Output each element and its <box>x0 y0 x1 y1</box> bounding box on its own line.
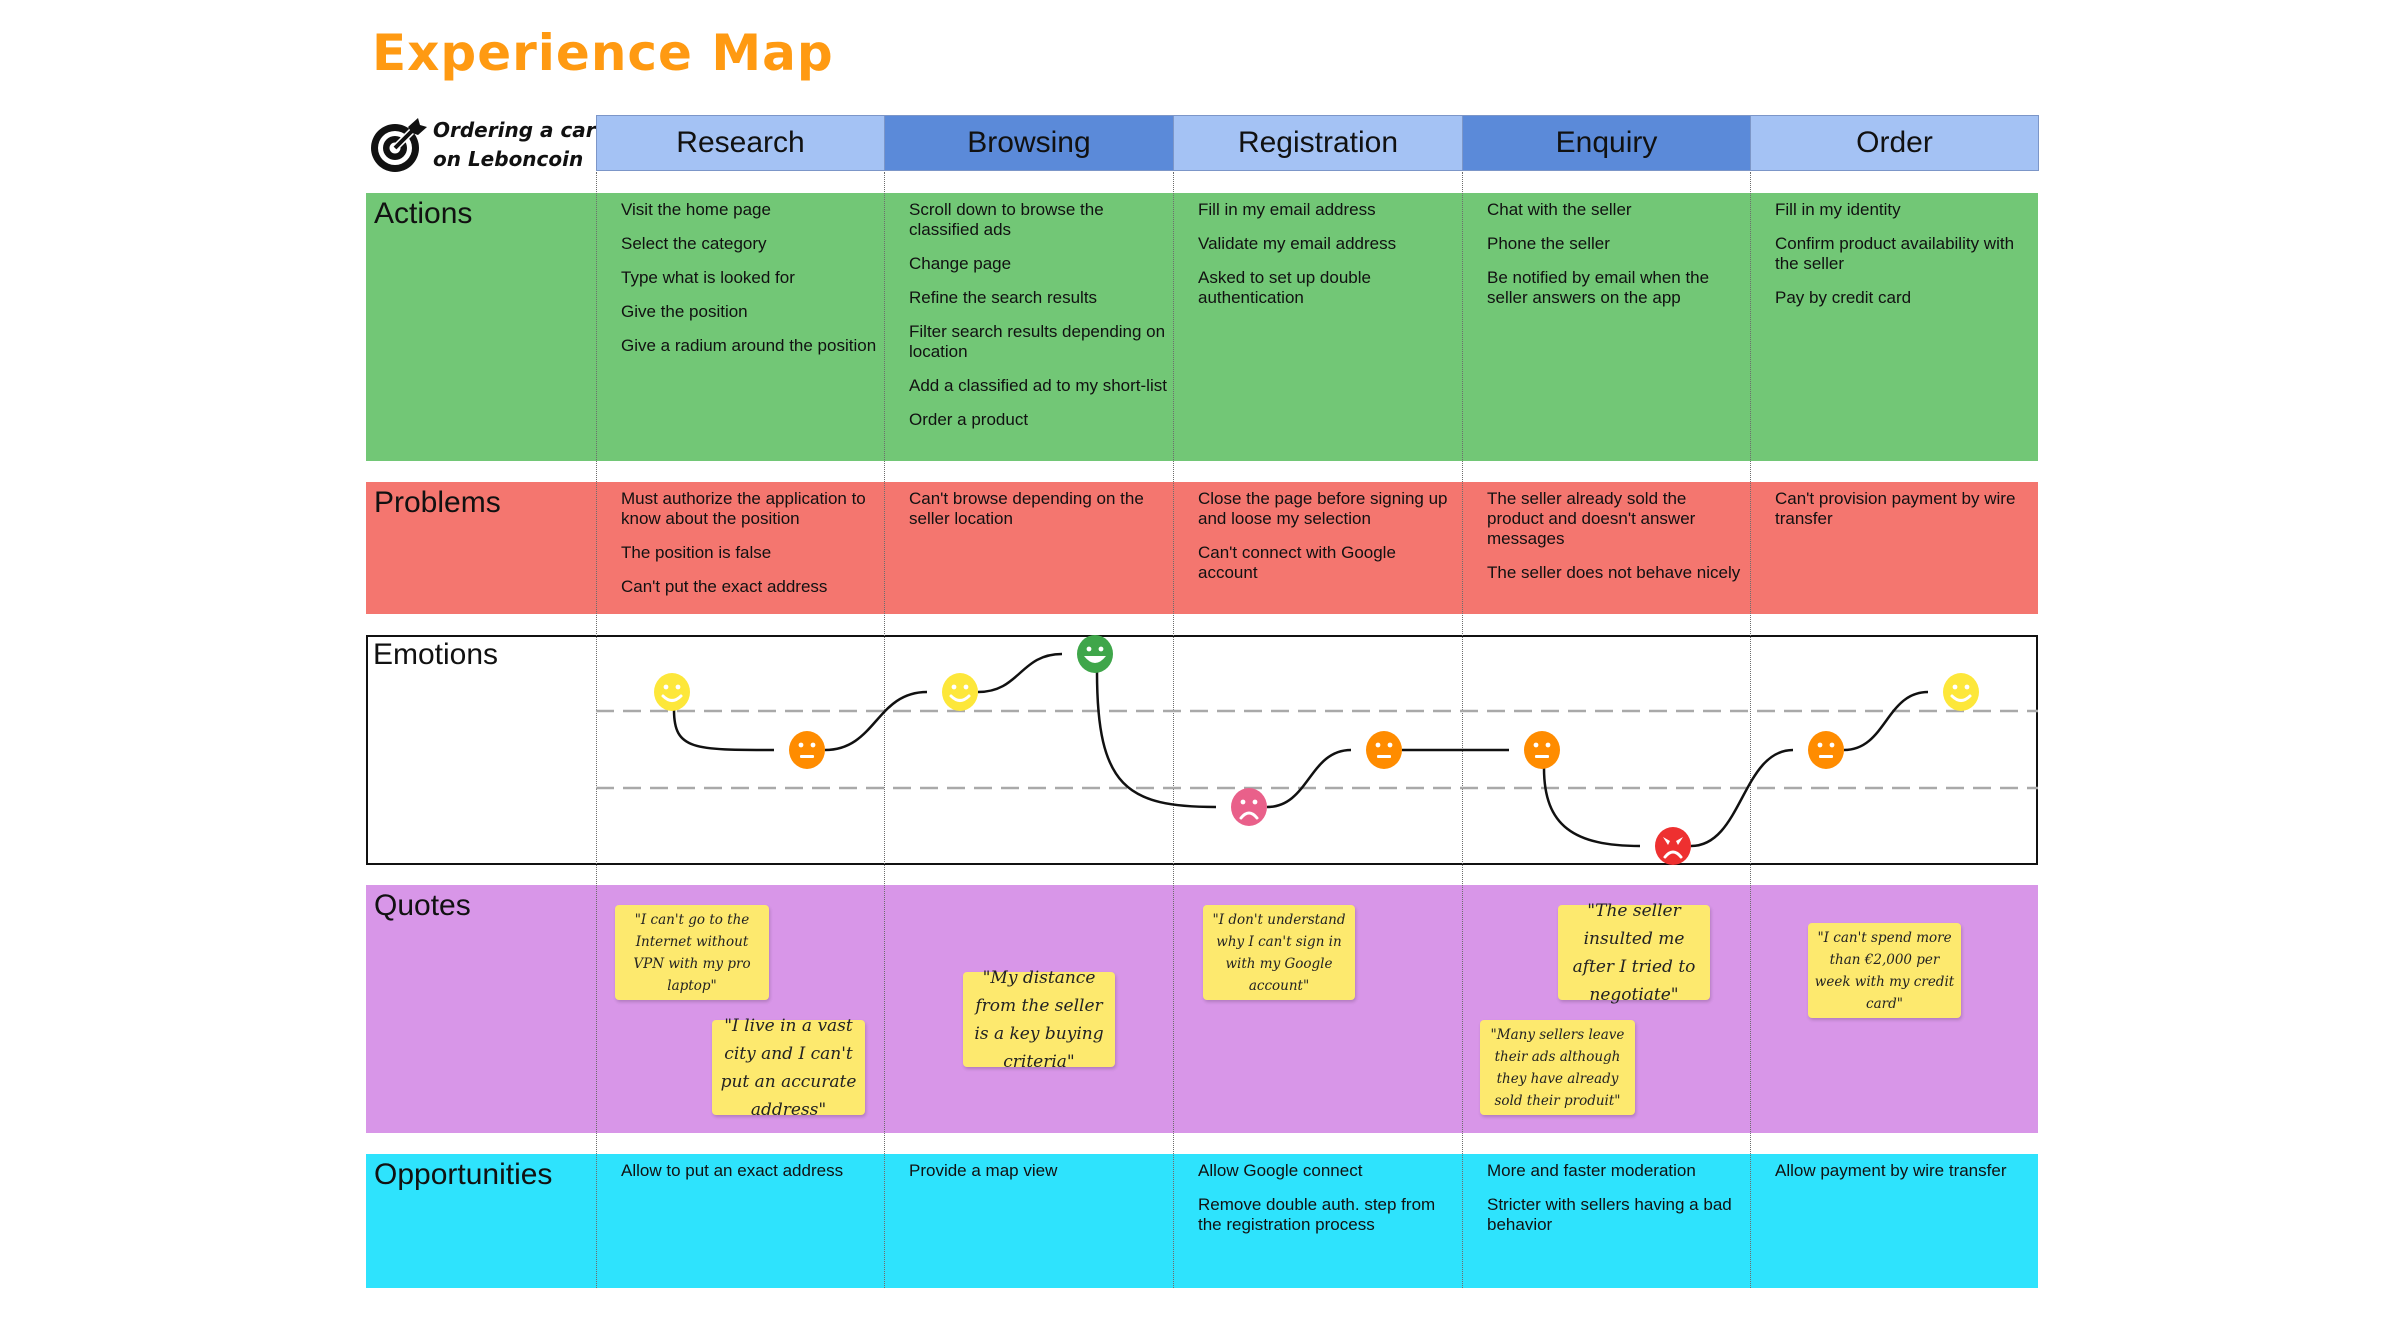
actions-item: Chat with the seller <box>1487 200 1632 219</box>
actions-item: Filter search results depending on locat… <box>909 322 1166 361</box>
actions-item: Add a classified ad to my short-list <box>909 376 1167 395</box>
opportunities-cell-research: Allow to put an exact address <box>621 1161 879 1195</box>
column-divider <box>1173 172 1174 1288</box>
journey-label-line1: Ordering a car <box>433 118 596 142</box>
opportunities-cell-browsing: Provide a map view <box>909 1161 1167 1195</box>
column-divider <box>884 172 885 1288</box>
problems-cell-browsing: Can't browse depending on the seller loc… <box>909 489 1167 543</box>
opportunities-item: Allow Google connect <box>1198 1161 1363 1180</box>
quote-sticky-note[interactable]: "The seller insulted me after I tried to… <box>1558 901 1710 1005</box>
opportunities-item: Provide a map view <box>909 1161 1058 1180</box>
problems-item: Can't connect with Google account <box>1198 543 1396 582</box>
phase-label: Enquiry <box>1555 126 1658 159</box>
quote-sticky-note[interactable]: "I don't understand why I can't sign in … <box>1203 905 1355 1000</box>
problems-item: The seller already sold the product and … <box>1487 489 1696 548</box>
opportunities-item: Remove double auth. step from the regist… <box>1198 1195 1436 1234</box>
quote-sticky-note[interactable]: "I can't spend more than €2,000 per week… <box>1808 923 1961 1018</box>
actions-cell-enquiry: Chat with the seller Phone the seller Be n… <box>1487 200 1745 322</box>
opportunities-item: More and faster moderation <box>1487 1161 1696 1180</box>
phase-header-enquiry[interactable]: Enquiry <box>1462 115 1751 171</box>
opportunities-cell-enquiry: More and faster moderation Stricter with … <box>1487 1161 1745 1249</box>
quote-text: "My distance from the seller is a key bu… <box>974 967 1104 1072</box>
opportunities-item: Allow payment by wire transfer <box>1775 1161 2007 1180</box>
actions-cell-registration: Fill in my email address Validate my emai… <box>1198 200 1456 322</box>
column-divider <box>596 172 597 1288</box>
problems-item: Can't provision payment by wire transfer <box>1775 489 2016 528</box>
actions-cell-research: Visit the home page Select the category Ty… <box>621 200 879 370</box>
journey-label: Ordering a car on Leboncoin <box>433 116 596 174</box>
phase-header-browsing[interactable]: Browsing <box>884 115 1174 171</box>
target-arrow-icon <box>371 118 427 172</box>
quote-sticky-note[interactable]: "My distance from the seller is a key bu… <box>963 968 1115 1072</box>
actions-item: Fill in my email address <box>1198 200 1376 219</box>
actions-cell-order: Fill in my identity Confirm product avail… <box>1775 200 2033 322</box>
phase-header-order[interactable]: Order <box>1750 115 2039 171</box>
actions-item: Scroll down to browse the classified ads <box>909 200 1104 239</box>
column-divider <box>1750 172 1751 1288</box>
problems-cell-enquiry: The seller already sold the product and … <box>1487 489 1745 597</box>
lane-label-emotions: Emotions <box>373 638 499 671</box>
quote-text: "The seller insulted me after I tried to… <box>1572 900 1696 1005</box>
actions-cell-browsing: Scroll down to browse the classified ads… <box>909 200 1167 444</box>
quote-text: "I can't go to the Internet without VPN … <box>633 911 751 994</box>
journey-label-line2: on Leboncoin <box>433 147 584 171</box>
quote-text: "Many sellers leave their ads although t… <box>1490 1026 1625 1109</box>
problems-cell-registration: Close the page before signing up and loo… <box>1198 489 1456 597</box>
problems-cell-order: Can't provision payment by wire transfer <box>1775 489 2033 543</box>
phase-label: Research <box>676 126 805 159</box>
quote-sticky-note[interactable]: "I can't go to the Internet without VPN … <box>615 905 769 1000</box>
actions-item: Give a radium around the position <box>621 336 877 355</box>
actions-item: Be notified by email when the seller ans… <box>1487 268 1710 307</box>
phase-label: Order <box>1856 126 1933 159</box>
actions-item: Phone the seller <box>1487 234 1610 253</box>
problems-item: Can't browse depending on the seller loc… <box>909 489 1144 528</box>
quote-sticky-note[interactable]: "I live in a vast city and I can't put a… <box>712 1016 865 1120</box>
actions-item: Fill in my identity <box>1775 200 1901 219</box>
lane-label-opportunities: Opportunities <box>374 1158 553 1191</box>
phase-header-registration[interactable]: Registration <box>1173 115 1463 171</box>
actions-item: Visit the home page <box>621 200 771 219</box>
opportunities-cell-registration: Allow Google connect Remove double auth. … <box>1198 1161 1456 1249</box>
actions-item: Select the category <box>621 234 767 253</box>
problems-item: Must authorize the application to know a… <box>621 489 866 528</box>
phase-label: Browsing <box>967 126 1091 159</box>
actions-item: Validate my email address <box>1198 234 1397 253</box>
lane-emotions: Emotions <box>366 635 2038 865</box>
actions-item: Change page <box>909 254 1012 273</box>
opportunities-item: Allow to put an exact address <box>621 1161 844 1180</box>
actions-item: Refine the search results <box>909 288 1098 307</box>
page-title: Experience Map <box>372 24 834 82</box>
actions-item: Type what is looked for <box>621 268 795 287</box>
actions-item: Pay by credit card <box>1775 288 1912 307</box>
problems-item: The seller does not behave nicely <box>1487 563 1741 582</box>
actions-item: Give the position <box>621 302 748 321</box>
lane-label-quotes: Quotes <box>374 889 471 922</box>
problems-item: Close the page before signing up and loo… <box>1198 489 1448 528</box>
opportunities-item: Stricter with sellers having a bad behav… <box>1487 1195 1732 1234</box>
actions-item: Confirm product availability with the se… <box>1775 234 2015 273</box>
lane-label-problems: Problems <box>374 486 501 519</box>
phase-label: Registration <box>1237 126 1399 159</box>
column-divider <box>1462 172 1463 1288</box>
actions-item: Asked to set up double authentication <box>1198 268 1371 307</box>
problems-item: Can't put the exact address <box>621 577 828 596</box>
quote-text: "I don't understand why I can't sign in … <box>1212 911 1346 994</box>
quote-text: "I can't spend more than €2,000 per week… <box>1814 929 1955 1012</box>
actions-item: Order a product <box>909 410 1029 429</box>
opportunities-cell-order: Allow payment by wire transfer <box>1775 1161 2033 1195</box>
lane-label-actions: Actions <box>374 197 473 230</box>
phase-header-research[interactable]: Research <box>596 115 885 171</box>
problems-cell-research: Must authorize the application to know a… <box>621 489 879 611</box>
quote-text: "I live in a vast city and I can't put a… <box>720 1015 857 1120</box>
problems-item: The position is false <box>621 543 772 562</box>
quote-sticky-note[interactable]: "Many sellers leave their ads although t… <box>1480 1020 1635 1115</box>
